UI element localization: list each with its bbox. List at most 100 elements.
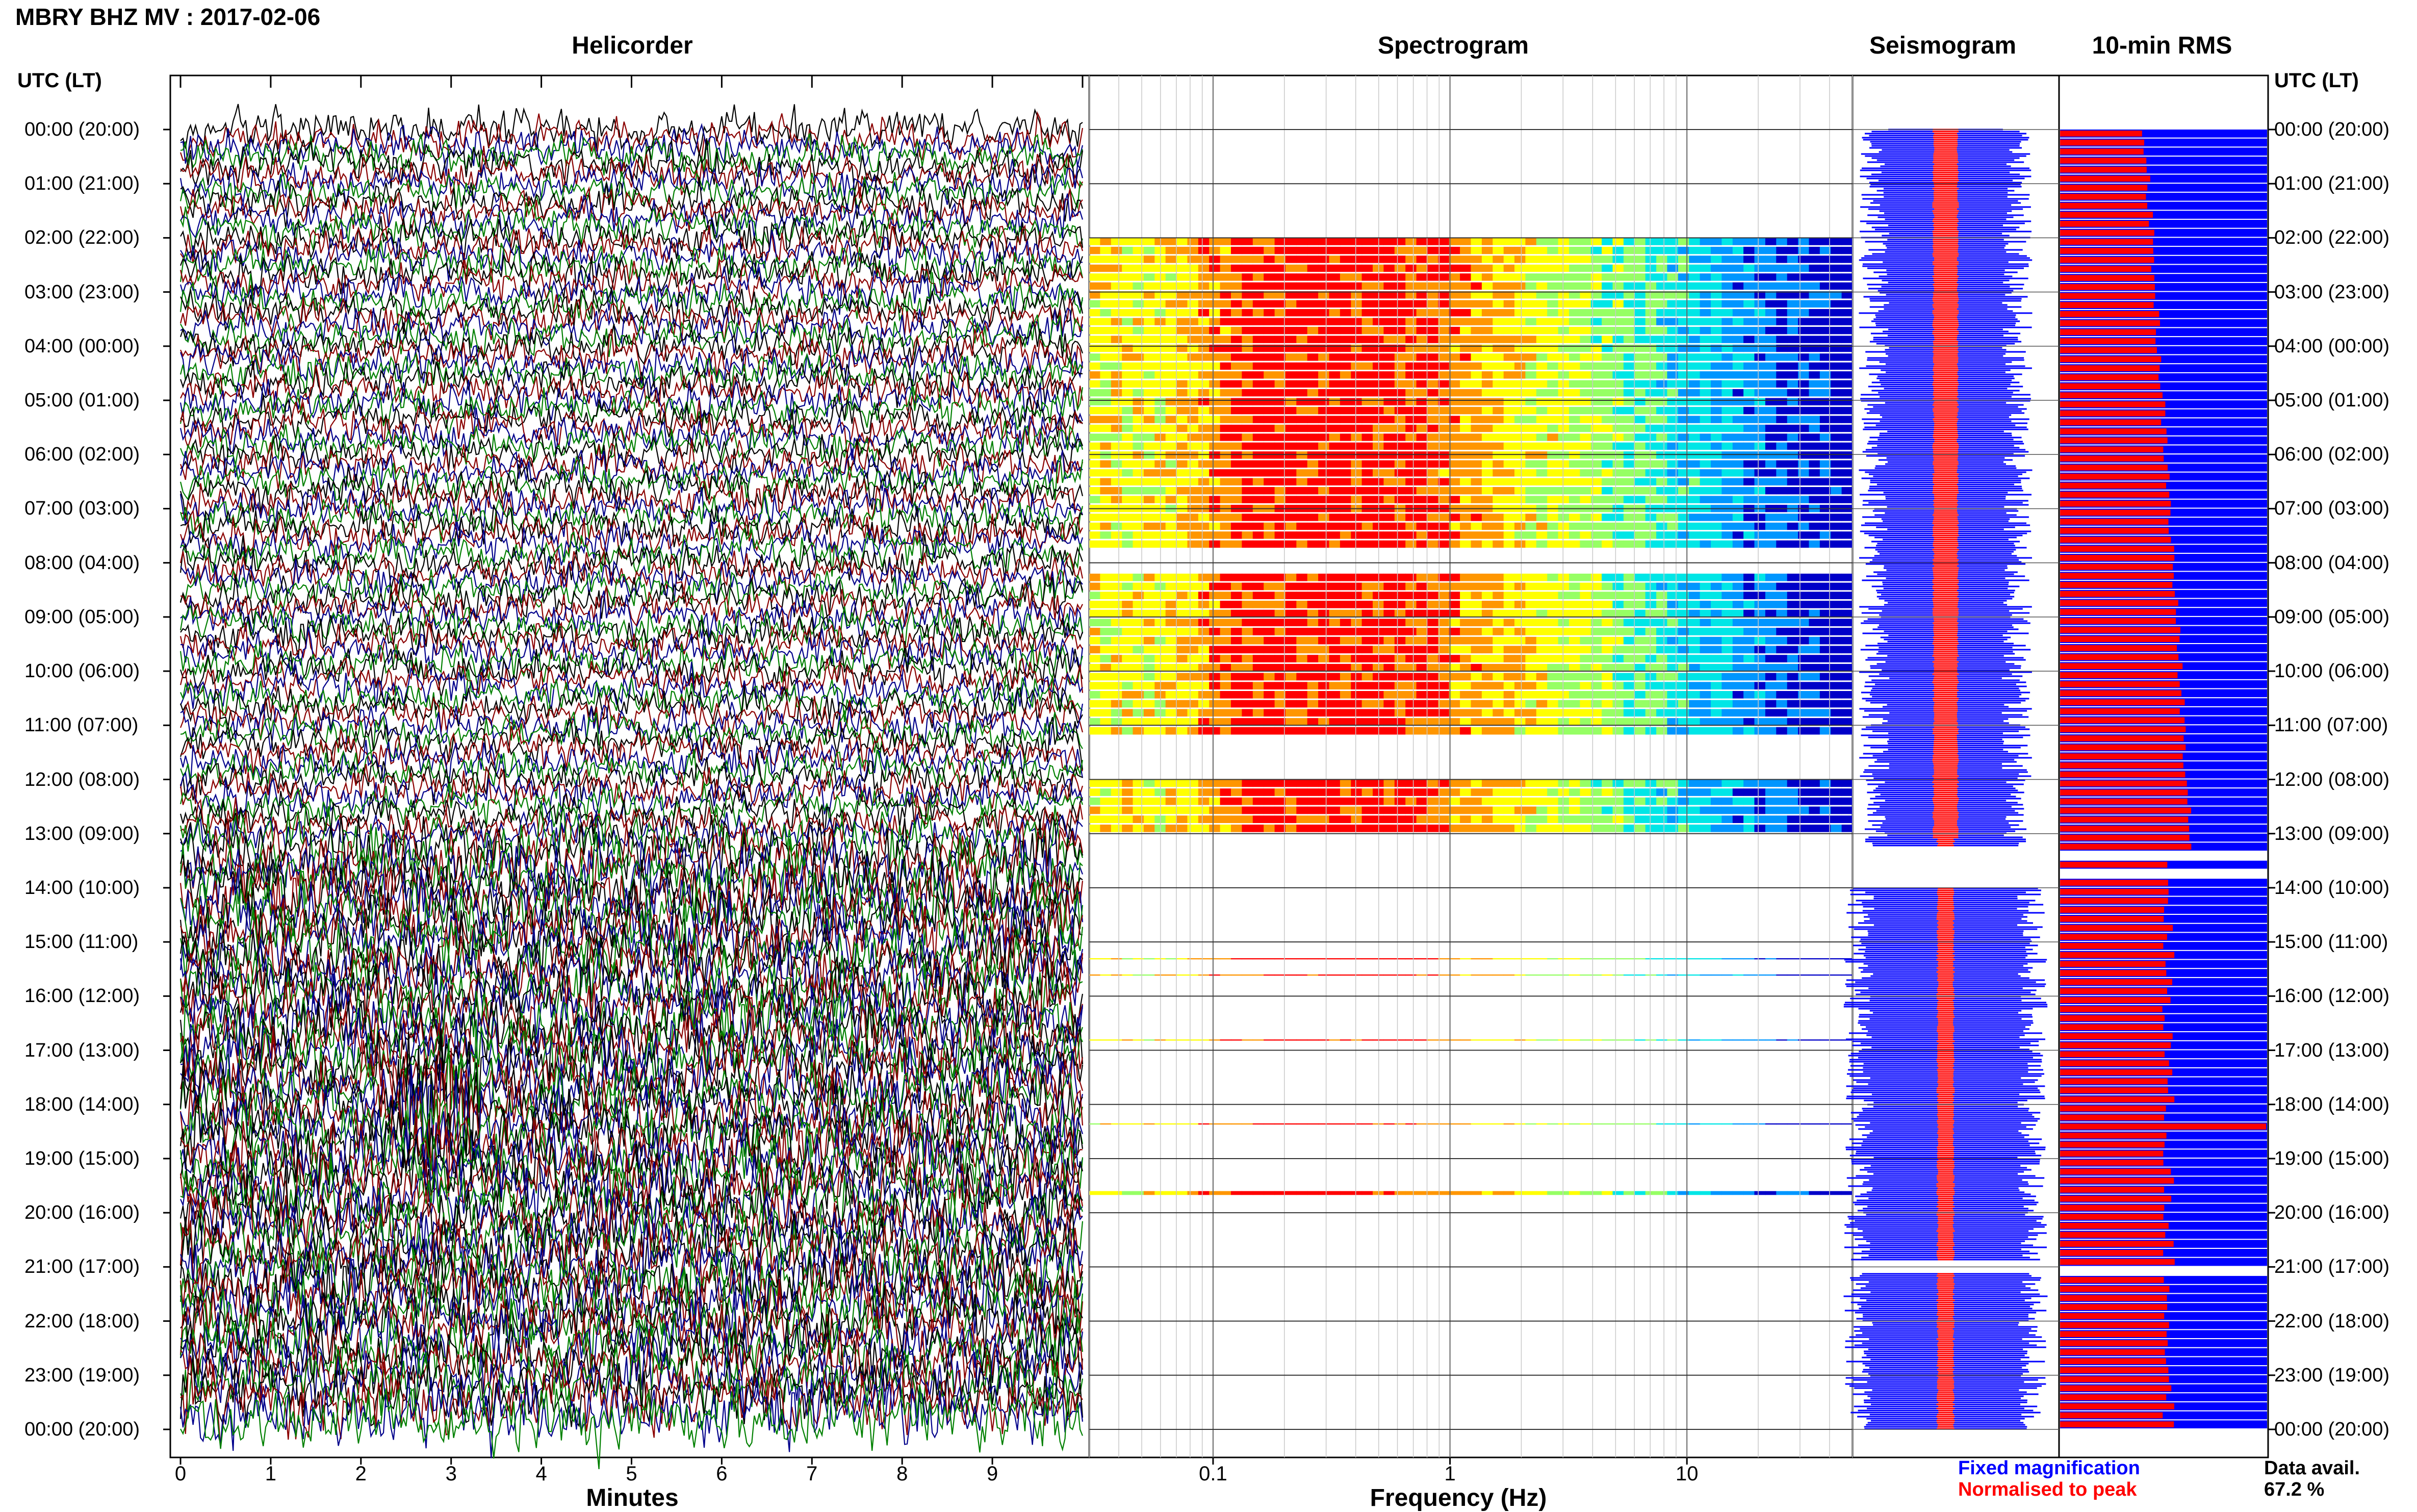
spectrogram-cell <box>1569 1123 1580 1124</box>
spectrogram-cell <box>1558 300 1570 307</box>
spectrogram-cell <box>1438 700 1449 708</box>
spectrogram-cell <box>1765 238 1777 245</box>
spectrogram-cell <box>1242 637 1253 645</box>
spectrogram-cell <box>1667 443 1678 450</box>
spectrogram-cell <box>1525 574 1536 581</box>
spectrogram-cell <box>1634 718 1645 726</box>
spectrogram-cell <box>1264 247 1275 254</box>
spectrogram-cell <box>1449 363 1460 370</box>
spectrogram-cell <box>1602 1191 1613 1195</box>
spectrogram-cell <box>1198 265 1210 272</box>
spectrogram-cell <box>1678 273 1689 280</box>
spectrogram-cell <box>1122 1123 1133 1124</box>
spectrogram-cell <box>1329 798 1341 805</box>
spectrogram-cell <box>1100 700 1111 708</box>
spectrogram-cell <box>1482 1039 1493 1040</box>
spectrogram-cell <box>1689 283 1700 290</box>
rms-bar-normalised <box>2060 474 2170 480</box>
spectrogram-cell <box>1176 309 1188 316</box>
spectrogram-cell <box>1809 460 1820 468</box>
spectrogram-cell <box>1144 398 1155 405</box>
spectrogram-cell <box>1111 336 1122 343</box>
spectrogram-cell <box>1547 541 1558 548</box>
spectrogram-cell <box>1689 300 1700 307</box>
spectrogram-cell <box>1711 433 1722 441</box>
spectrogram-cell <box>1700 541 1711 548</box>
spectrogram-cell <box>1471 389 1482 396</box>
spectrogram-cell <box>1285 798 1297 805</box>
spectrogram-cell <box>1569 478 1580 485</box>
spectrogram-cell <box>1700 336 1711 343</box>
spectrogram-cell <box>1220 300 1231 307</box>
spectrogram-cell <box>1525 318 1536 325</box>
spectrogram-cell <box>1482 433 1493 441</box>
spectrogram-cell <box>1689 433 1700 441</box>
spectrogram-cell <box>1296 646 1307 654</box>
spectrogram-cell <box>1449 523 1460 530</box>
spectrogram-cell <box>1504 1123 1515 1124</box>
spectrogram-cell <box>1133 407 1144 414</box>
spectrogram-cell <box>1318 255 1329 263</box>
rms-bar-normalised <box>2060 1177 2174 1184</box>
spectrogram-cell <box>1678 496 1689 503</box>
spectrogram-cell <box>1220 380 1231 388</box>
spectrogram-cell <box>1776 788 1787 796</box>
spectrogram-cell <box>1460 807 1471 814</box>
spectrogram-cell <box>1253 496 1264 503</box>
spectrogram-cell <box>1634 682 1645 689</box>
spectrogram-cell <box>1264 727 1275 735</box>
spectrogram-cell <box>1493 664 1504 672</box>
spectrogram-cell <box>1144 1039 1155 1040</box>
spectrogram-cell <box>1100 601 1111 608</box>
spectrogram-cell <box>1776 273 1787 280</box>
spectrogram-cell <box>1188 469 1199 476</box>
spectrogram-cell <box>1580 815 1591 823</box>
spectrogram-cell <box>1395 407 1406 414</box>
spectrogram-cell <box>1558 460 1570 468</box>
spectrogram-cell <box>1700 619 1711 626</box>
spectrogram-cell <box>1667 574 1678 581</box>
spectrogram-cell <box>1220 460 1231 468</box>
spectrogram-cell <box>1667 514 1678 521</box>
spectrogram-cell <box>1831 619 1842 626</box>
spectrogram-cell <box>1645 709 1657 716</box>
spectrogram-cell <box>1667 798 1678 805</box>
spectrogram-cell <box>1536 673 1548 681</box>
spectrogram-cell <box>1427 1191 1438 1195</box>
spectrogram-cell <box>1100 398 1111 405</box>
spectrogram-cell <box>1842 433 1853 441</box>
spectrogram-cell <box>1634 318 1645 325</box>
spectrogram-cell <box>1100 619 1111 626</box>
spectrogram-cell <box>1089 460 1100 468</box>
spectrogram-cell <box>1242 815 1253 823</box>
spectrogram-cell <box>1689 798 1700 805</box>
spectrogram-cell <box>1613 637 1624 645</box>
spectrogram-cell <box>1689 273 1700 280</box>
spectrogram-cell <box>1787 718 1798 726</box>
spectrogram-cell <box>1471 398 1482 405</box>
spectrogram-cell <box>1340 780 1351 787</box>
spectrogram-cell <box>1711 487 1722 494</box>
spectrogram-cell <box>1809 807 1820 814</box>
spectrogram-cell <box>1678 523 1689 530</box>
spectrogram-cell <box>1645 496 1657 503</box>
spectrogram-cell <box>1253 646 1264 654</box>
spectrogram-cell <box>1383 628 1395 635</box>
spectrogram-cell <box>1721 443 1733 450</box>
spectrogram-cell <box>1700 283 1711 290</box>
spectrogram-cell <box>1449 496 1460 503</box>
spectrogram-cell <box>1318 541 1329 548</box>
spectrogram-cell <box>1602 451 1613 458</box>
spectrogram-cell <box>1624 958 1635 959</box>
spectrogram-cell <box>1482 807 1493 814</box>
spectrogram-cell <box>1678 398 1689 405</box>
spectrogram-cell <box>1787 371 1798 378</box>
spectrogram-cell <box>1188 443 1199 450</box>
spectrogram-cell <box>1721 363 1733 370</box>
spectrogram-cell <box>1318 664 1329 672</box>
spectrogram-cell <box>1580 1123 1591 1124</box>
spectrogram-cell <box>1264 496 1275 503</box>
spectrogram-cell <box>1755 353 1766 361</box>
spectrogram-cell <box>1667 788 1678 796</box>
spectrogram-cell <box>1395 460 1406 468</box>
